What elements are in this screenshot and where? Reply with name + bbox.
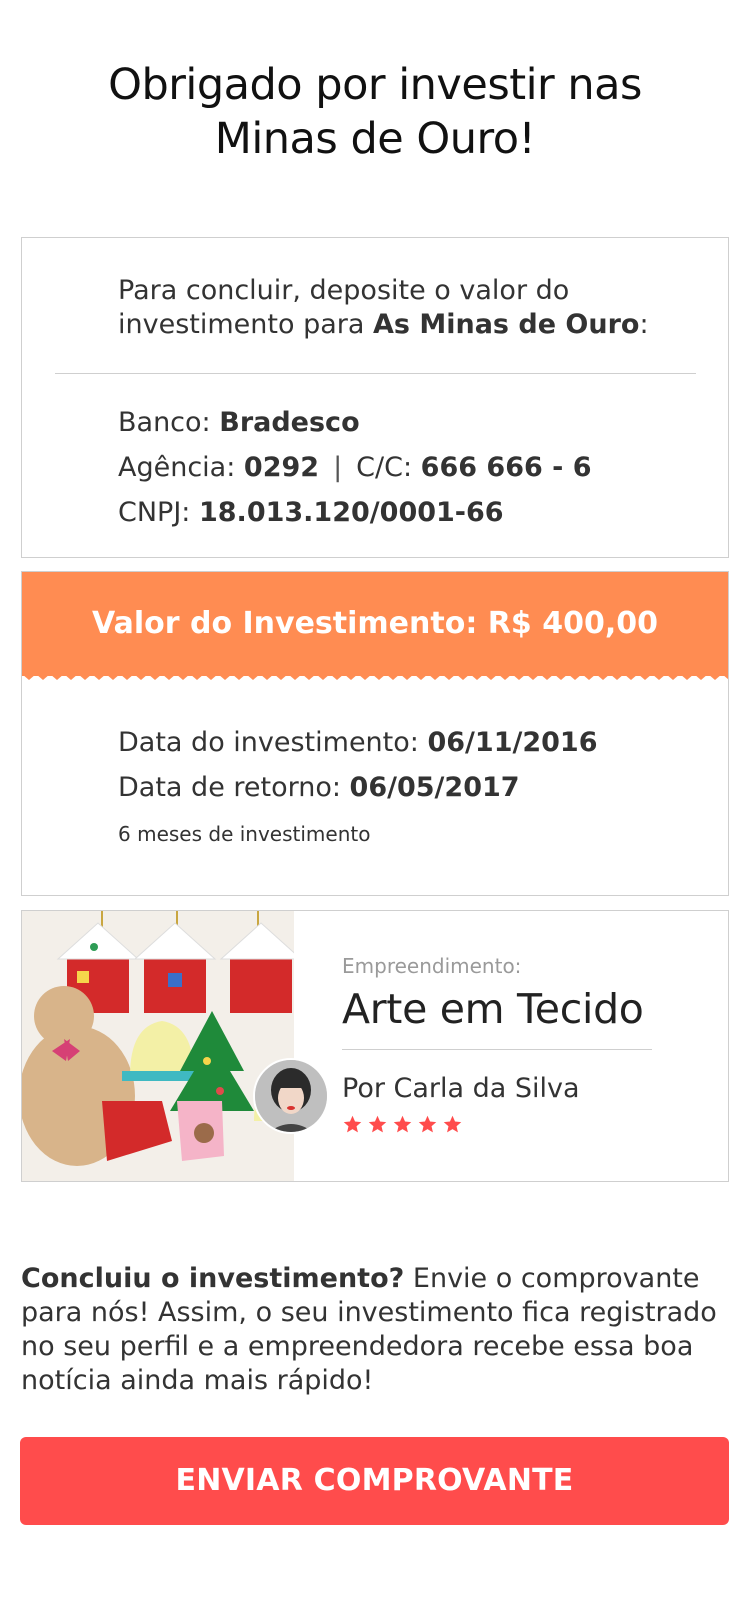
account-label: C/C: [356, 452, 421, 483]
bank-details-card: Para concluir, deposite o valor do inves… [21, 237, 729, 558]
return-date-row: Data de retorno: 06/05/2017 [118, 771, 520, 805]
project-author[interactable]: Por Carla da Silva [342, 1072, 662, 1106]
star-icon [343, 1115, 362, 1133]
rating-stars [342, 1114, 662, 1140]
deposit-instructions-suffix: : [639, 309, 649, 340]
cnpj-row: CNPJ: 18.013.120/0001-66 [118, 496, 504, 530]
investment-duration-note: 6 meses de investimento [118, 822, 371, 846]
cnpj-label: CNPJ: [118, 497, 199, 528]
return-date-value: 06/05/2017 [349, 772, 520, 803]
star-icon [368, 1115, 387, 1133]
cnpj-value: 18.013.120/0001-66 [198, 497, 504, 528]
account-separator: | [333, 452, 343, 483]
page-title: Obrigado por investir nas Minas de Ouro! [0, 58, 750, 166]
page-title-line-1: Obrigado por investir nas [108, 60, 642, 110]
zigzag-edge [22, 668, 728, 680]
receipt-instructions: Concluiu o investimento? Envie o comprov… [21, 1262, 729, 1398]
account-value: 666 666 - 6 [420, 452, 592, 483]
bank-label: Banco: [118, 407, 220, 438]
bank-card-divider [55, 373, 696, 374]
bank-name-row: Banco: Bradesco [118, 406, 360, 440]
deposit-instructions: Para concluir, deposite o valor do inves… [118, 274, 698, 342]
send-receipt-button[interactable]: ENVIAR COMPROVANTE [20, 1437, 729, 1525]
felt-christmas-ornaments-photo [22, 911, 294, 1181]
page-title-line-2: Minas de Ouro! [214, 114, 536, 164]
user-avatar-photo [253, 1058, 329, 1134]
bank-value: Bradesco [219, 407, 360, 438]
agency-value: 0292 [243, 452, 320, 483]
star-icon [443, 1115, 462, 1133]
investment-value: Valor do Investimento: R$ 400,00 [92, 606, 658, 641]
project-photo-illustration [22, 911, 294, 1181]
star-icon [418, 1115, 437, 1133]
investment-summary-card: Valor do Investimento: R$ 400,00 Data do… [21, 571, 729, 896]
investment-date-label: Data do investimento: [118, 727, 428, 758]
project-label: Empreendimento: [342, 954, 522, 978]
avatar-illustration [255, 1060, 327, 1132]
investment-value-banner: Valor do Investimento: R$ 400,00 [22, 572, 728, 676]
investment-date-row: Data do investimento: 06/11/2016 [118, 726, 597, 760]
project-info: Empreendimento: Arte em Tecido Por Carla… [342, 953, 662, 1140]
bank-account-row: Agência: 0292 | C/C: 666 666 - 6 [118, 451, 592, 485]
agency-label: Agência: [118, 452, 244, 483]
investment-date-value: 06/11/2016 [427, 727, 598, 758]
star-icon [393, 1115, 412, 1133]
deposit-recipient: As Minas de Ouro [372, 309, 640, 340]
project-divider [342, 1049, 652, 1050]
return-date-label: Data de retorno: [118, 772, 350, 803]
project-card[interactable]: Empreendimento: Arte em Tecido Por Carla… [21, 910, 729, 1182]
project-title[interactable]: Arte em Tecido [342, 983, 662, 1035]
receipt-instructions-lead: Concluiu o investimento? [21, 1263, 405, 1294]
